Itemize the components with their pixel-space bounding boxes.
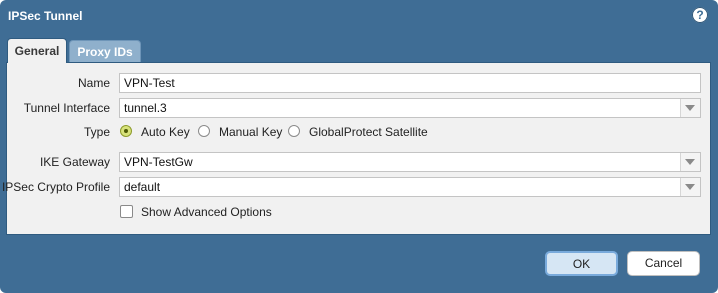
tab-proxy-ids[interactable]: Proxy IDs	[69, 40, 141, 63]
ipsec-crypto-profile-select[interactable]: default	[119, 177, 701, 197]
ipsec-crypto-profile-label: IPSec Crypto Profile	[1, 180, 110, 194]
help-icon[interactable]: ?	[692, 7, 708, 23]
chevron-down-icon[interactable]	[680, 99, 700, 117]
name-input[interactable]: VPN-Test	[119, 73, 701, 93]
tunnel-interface-select[interactable]: tunnel.3	[119, 98, 701, 118]
dialog-title: IPSec Tunnel	[8, 9, 83, 23]
tunnel-interface-value: tunnel.3	[124, 101, 167, 115]
title-bar: IPSec Tunnel ?	[0, 0, 718, 34]
radio-manual-key-label: Manual Key	[219, 125, 283, 139]
ok-button[interactable]: OK	[545, 251, 618, 276]
radio-selected-icon[interactable]	[120, 125, 132, 137]
radio-auto-key-label: Auto Key	[141, 125, 190, 139]
radio-unselected-icon[interactable]	[198, 125, 210, 137]
ike-gateway-value: VPN-TestGw	[124, 155, 193, 169]
radio-globalprotect-satellite-label: GlobalProtect Satellite	[309, 125, 428, 139]
name-label: Name	[77, 76, 110, 90]
general-panel: Name VPN-Test Tunnel Interface tunnel.3 …	[2, 62, 711, 235]
chevron-down-icon[interactable]	[680, 178, 700, 196]
tunnel-interface-label: Tunnel Interface	[23, 101, 110, 115]
type-label: Type	[83, 125, 110, 139]
ipsec-crypto-profile-value: default	[124, 180, 161, 194]
show-advanced-options-label: Show Advanced Options	[141, 205, 272, 219]
radio-unselected-icon[interactable]	[288, 125, 300, 137]
cancel-button[interactable]: Cancel	[627, 251, 700, 276]
checkbox-icon[interactable]	[120, 205, 133, 218]
chevron-down-icon[interactable]	[680, 153, 700, 171]
ipsec-tunnel-dialog: IPSec Tunnel ? General Proxy IDs Name VP…	[0, 0, 718, 293]
ike-gateway-label: IKE Gateway	[39, 155, 110, 169]
ike-gateway-select[interactable]: VPN-TestGw	[119, 152, 701, 172]
tab-general[interactable]: General	[7, 38, 67, 63]
